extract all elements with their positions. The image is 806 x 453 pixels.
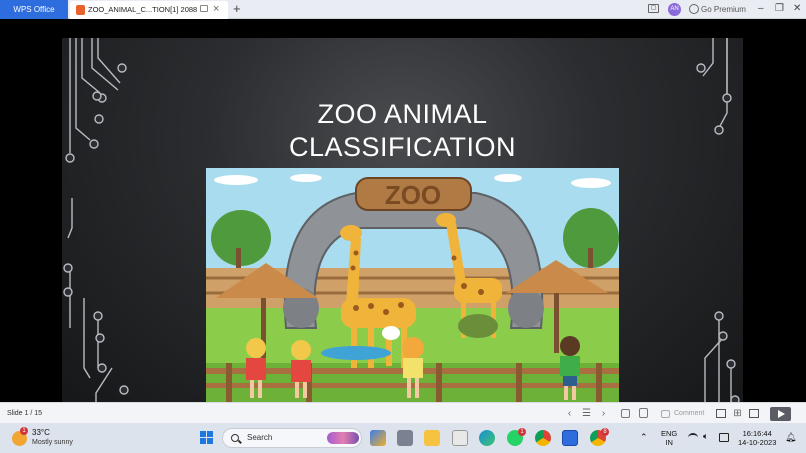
copilot-app-icon[interactable] [370, 430, 386, 446]
search-icon [231, 434, 239, 442]
zoo-illustration[interactable]: ZOO [206, 168, 619, 405]
ppt-file-icon [76, 5, 85, 15]
taskbar-search[interactable]: Search [222, 428, 362, 448]
wifi-icon[interactable] [688, 433, 698, 442]
battery-icon[interactable] [719, 433, 729, 442]
restore-button[interactable]: ❐ [775, 0, 784, 18]
whatsapp-badge: 1 [518, 428, 526, 436]
slide-canvas: ZOO ANIMAL CLASSIFICATION ZOO [0, 19, 806, 421]
list-icon[interactable]: ☰ [581, 408, 592, 419]
circuit-decoration-right [696, 38, 740, 421]
close-icon[interactable]: × [213, 1, 219, 18]
volume-icon[interactable]: 🔈︎ [703, 431, 708, 442]
normal-view-icon[interactable] [716, 409, 726, 418]
comment-icon[interactable] [661, 410, 670, 418]
new-tab-button[interactable]: + [233, 0, 241, 18]
document-tab[interactable]: ZOO_ANIMAL_C...TION[1] 2088 × [70, 1, 228, 19]
language-line-2: IN [665, 438, 673, 447]
windows-start-icon[interactable] [200, 431, 214, 445]
search-label: Search [247, 433, 273, 442]
title-bar: WPS Office ZOO_ANIMAL_C...TION[1] 2088 ×… [0, 0, 806, 19]
next-icon[interactable]: › [598, 408, 609, 419]
chevron-up-icon[interactable]: ⌃ [640, 432, 648, 443]
zoo-sign: ZOO [385, 180, 441, 210]
slide-indicator[interactable]: Slide 1 / 15 [7, 403, 42, 424]
file-explorer-icon[interactable] [424, 430, 440, 446]
weather-badge: 1 [20, 427, 28, 435]
grid-view-icon[interactable]: ⊞ [732, 408, 743, 419]
language-line-1: ENG [661, 429, 678, 438]
slide-title[interactable]: ZOO ANIMAL CLASSIFICATION [62, 98, 743, 164]
title-line-1: ZOO ANIMAL [317, 99, 488, 129]
window-icon[interactable]: ▢ [648, 4, 659, 13]
zoo-scene: ZOO [206, 168, 619, 405]
chrome-badge: 8 [601, 428, 609, 436]
microsoft-store-icon[interactable] [452, 430, 468, 446]
export-icon[interactable] [639, 408, 648, 418]
circuit-decoration-left [63, 38, 129, 421]
clock-time: 16:16:44 [742, 429, 772, 438]
weather-description[interactable]: Mostly sunny [32, 439, 73, 446]
go-premium-button[interactable]: Go Premium [701, 0, 746, 19]
go-premium-icon[interactable] [689, 4, 699, 14]
chrome-icon[interactable] [535, 430, 551, 446]
wps-office-tab[interactable]: WPS Office [0, 0, 68, 19]
minimize-button[interactable]: – [758, 0, 764, 18]
monitor-icon[interactable] [200, 5, 208, 12]
prev-icon[interactable]: ‹ [564, 408, 575, 419]
wps-window: WPS Office ZOO_ANIMAL_C...TION[1] 2088 ×… [0, 0, 806, 453]
avatar[interactable]: AN [668, 3, 681, 16]
clock-date: 14-10-2023 [738, 438, 777, 447]
windows-taskbar: 1 33°C Mostly sunny Search 1 8 ⌃ ENG IN … [0, 423, 806, 453]
clock[interactable]: 16:16:44 14-10-2023 [738, 429, 776, 447]
wps-office-taskbar-icon[interactable] [562, 430, 578, 446]
comment-button[interactable]: Comment [674, 403, 704, 424]
title-line-2: CLASSIFICATION [288, 132, 517, 162]
search-highlight-image [327, 432, 359, 444]
status-bar: Slide 1 / 15 ‹ ☰ › Comment ⊞ [0, 402, 806, 423]
edge-browser-icon[interactable] [479, 430, 495, 446]
fit-icon[interactable] [621, 409, 630, 418]
document-tab-label: ZOO_ANIMAL_C...TION[1] 2088 [88, 5, 198, 14]
language-indicator[interactable]: ENG IN [661, 429, 677, 447]
close-window-button[interactable]: ✕ [793, 0, 801, 18]
task-view-icon[interactable] [397, 430, 413, 446]
reading-view-icon[interactable] [749, 409, 759, 418]
weather-temperature[interactable]: 33°C [32, 428, 50, 437]
bell-icon[interactable]: 🔔︎ [785, 432, 796, 443]
play-icon[interactable] [770, 407, 791, 421]
